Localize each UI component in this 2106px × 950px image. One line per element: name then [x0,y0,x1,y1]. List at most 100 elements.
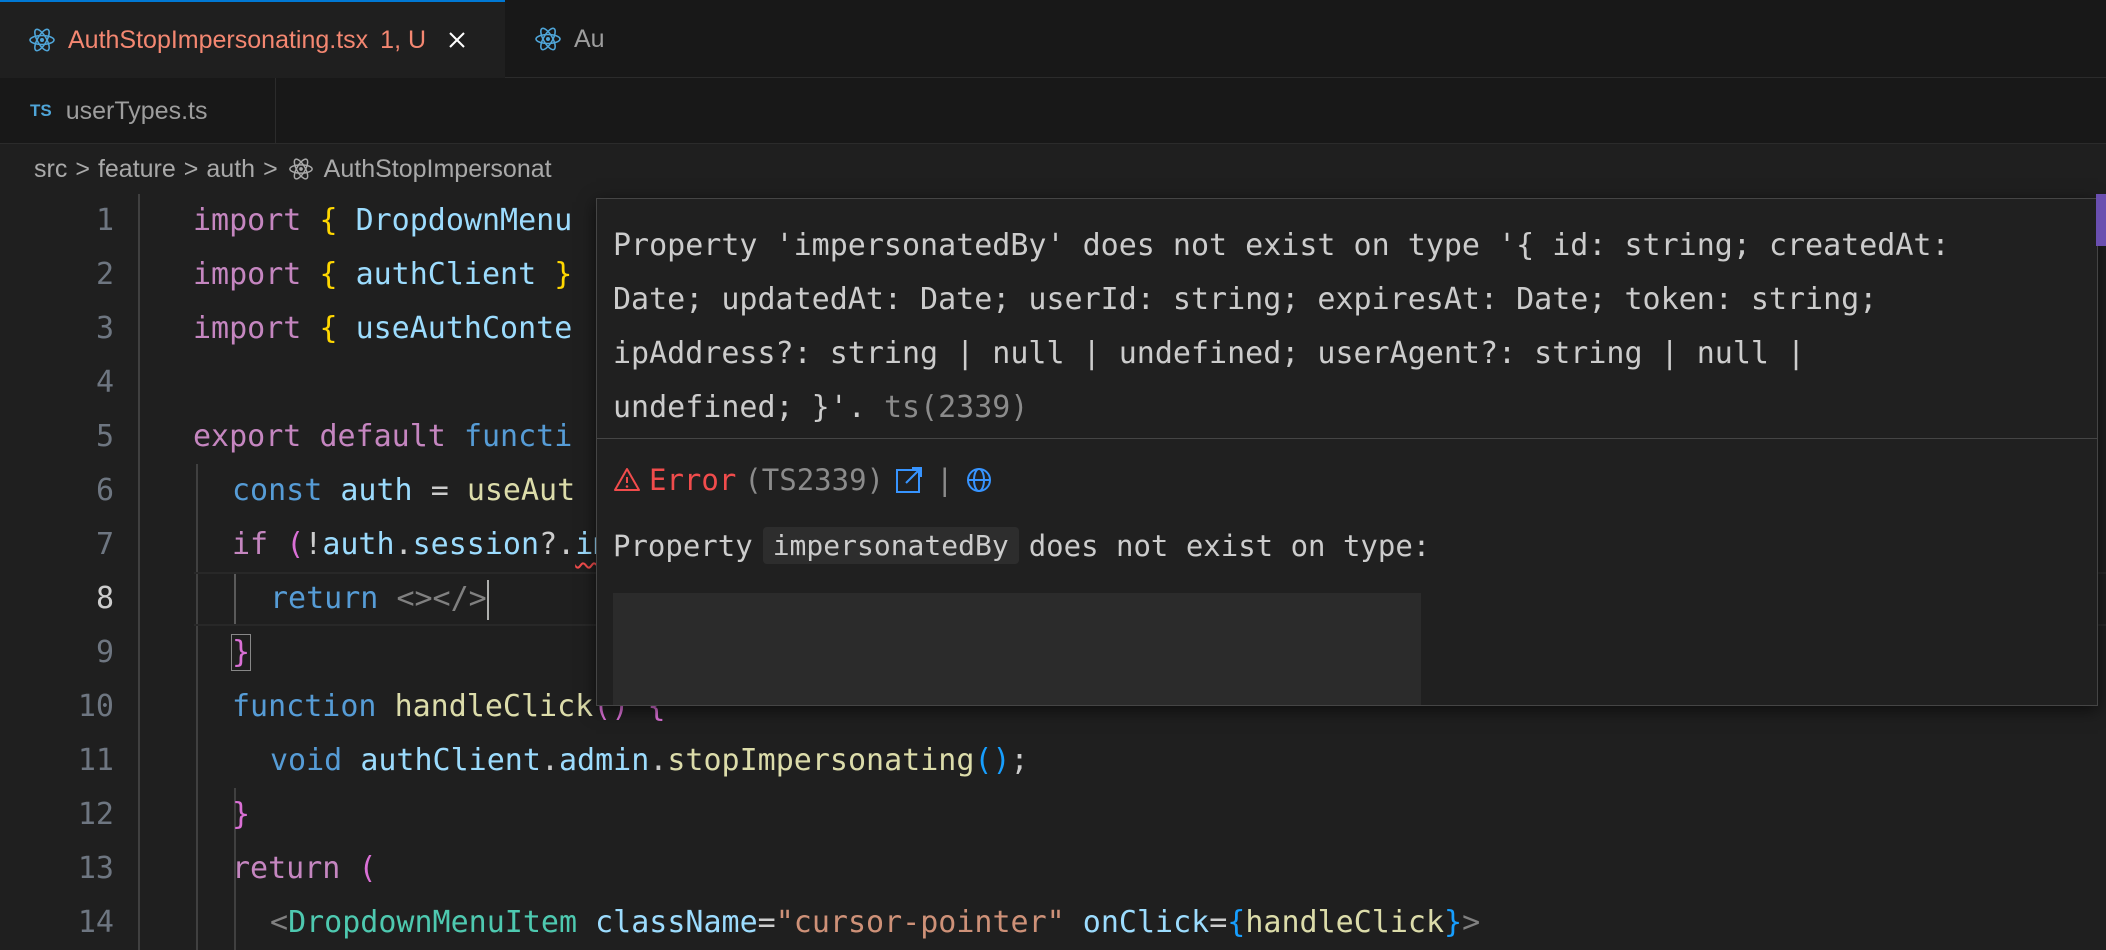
function-name: handleClick [394,689,594,724]
external-link-icon[interactable] [894,465,924,495]
keyword: return [232,851,341,886]
error-label: Error [649,463,737,497]
close-icon[interactable] [446,29,468,51]
keyword: export [193,419,302,454]
keyword: import [193,257,302,292]
operator: ?. [539,527,576,562]
tab-label: Au [574,24,605,53]
message-text: does not exist on type: [1028,528,1431,563]
message-text: Property [613,528,753,563]
globe-icon[interactable] [965,466,993,494]
line-number-gutter: 1 2 3 4 5 6 7 8 9 10 11 12 13 14 [0,194,140,950]
line-number: 2 [95,257,114,292]
hover-signature-text: undefined; }'. [613,390,866,425]
identifier: useAuthConte [355,311,573,346]
operator: . [649,743,668,778]
type-code-block: { id: string; [613,593,1421,705]
identifier: admin [559,743,650,778]
paren: ( [358,851,377,886]
identifier: session [412,527,540,562]
jsx-bracket: > [1462,905,1481,940]
code-editor[interactable]: 1 2 3 4 5 6 7 8 9 10 11 12 13 14 import … [0,194,2106,950]
operator: ! [304,527,323,562]
operator: . [394,527,413,562]
chevron-right-icon: > [75,154,90,183]
identifier: authClient [360,743,541,778]
line-number: 4 [95,365,114,400]
keyword: if [232,527,269,562]
keyword: function [232,689,377,724]
tab-label: userTypes.ts [65,96,208,125]
separator: | [936,463,954,497]
react-icon [29,28,55,52]
identifier: auth [340,473,413,508]
line-number: 13 [77,851,114,886]
jsx-attribute: onClick [1082,905,1210,940]
code-line: } [232,788,250,842]
brace: } [554,257,573,292]
paren: () [974,743,1011,778]
line-number: 11 [77,743,114,778]
brace: { [319,311,338,346]
code-line: void authClient.admin.stopImpersonating(… [270,734,1029,788]
tab-auth-stop-impersonating[interactable]: AuthStopImpersonating.tsx 1, U [0,0,505,78]
tab-bar-row-2: TS userTypes.ts [0,78,2106,144]
error-header: Error (TS2339) | [613,463,993,497]
keyword: import [193,311,302,346]
breadcrumb-item[interactable]: feature [98,155,176,184]
keyword: import [193,203,302,238]
breadcrumb-item[interactable]: src [34,155,67,184]
tab-second[interactable]: Au [506,0,606,78]
keyword: void [270,743,343,778]
identifier: DropdownMenu [355,203,573,238]
jsx-attribute: className [595,905,758,940]
operator: = [430,473,449,508]
code-line: } [230,626,252,680]
keyword: default [319,419,446,454]
string: "cursor-pointer" [775,905,1065,940]
breadcrumb: src > feature > auth > AuthStopImpersona… [0,144,2106,194]
hover-signature-line: undefined; }'. ts(2339) [613,381,2081,435]
operator: = [1209,905,1228,940]
error-code: (TS2339) [744,463,884,497]
keyword: functi [463,419,573,454]
line-number: 10 [77,689,114,724]
tab-user-types[interactable]: TS userTypes.ts [0,78,276,144]
indent-guide [196,464,198,950]
brace: { [1227,905,1246,940]
identifier: authClient [355,257,537,292]
chevron-right-icon: > [183,154,199,183]
identifier: handleClick [1245,905,1445,940]
line-number: 1 [95,203,114,238]
brace: { [319,203,338,238]
keyword: const [232,473,323,508]
error-message: Property impersonatedBy does not exist o… [613,527,1430,564]
hover-signature-line: Property 'impersonatedBy' does not exist… [613,228,1950,263]
jsx-bracket: < [270,905,289,940]
overview-ruler[interactable] [2096,194,2106,950]
line-number: 3 [95,311,114,346]
code-line: import { useAuthConte [193,302,572,356]
code-block-line: { [613,701,1421,705]
line-number: 6 [95,473,114,508]
indent-guide [138,194,140,950]
brace: } [232,797,251,832]
code-line: const auth = useAut [232,464,575,518]
line-number: 12 [77,797,114,832]
line-number: 9 [95,635,114,670]
hover-signature-line: ipAddress?: string | null | undefined; u… [613,336,1806,371]
brace: } [1444,905,1463,940]
breadcrumb-item[interactable]: AuthStopImpersonat [324,155,552,184]
brace: } [230,634,252,671]
line-number: 5 [95,419,114,454]
hover-signature: Property 'impersonatedBy' does not exist… [597,199,2097,439]
code-line: return ( [232,842,377,896]
tab-label: AuthStopImpersonating.tsx [68,25,369,54]
error-hover-popup[interactable]: Property 'impersonatedBy' does not exist… [596,198,2098,706]
line-number: 14 [77,905,114,940]
code-line: export default functi [193,410,572,464]
operator: . [540,743,559,778]
operator: ; [1010,743,1029,778]
breadcrumb-item[interactable]: auth [206,155,255,184]
react-icon [535,27,561,51]
